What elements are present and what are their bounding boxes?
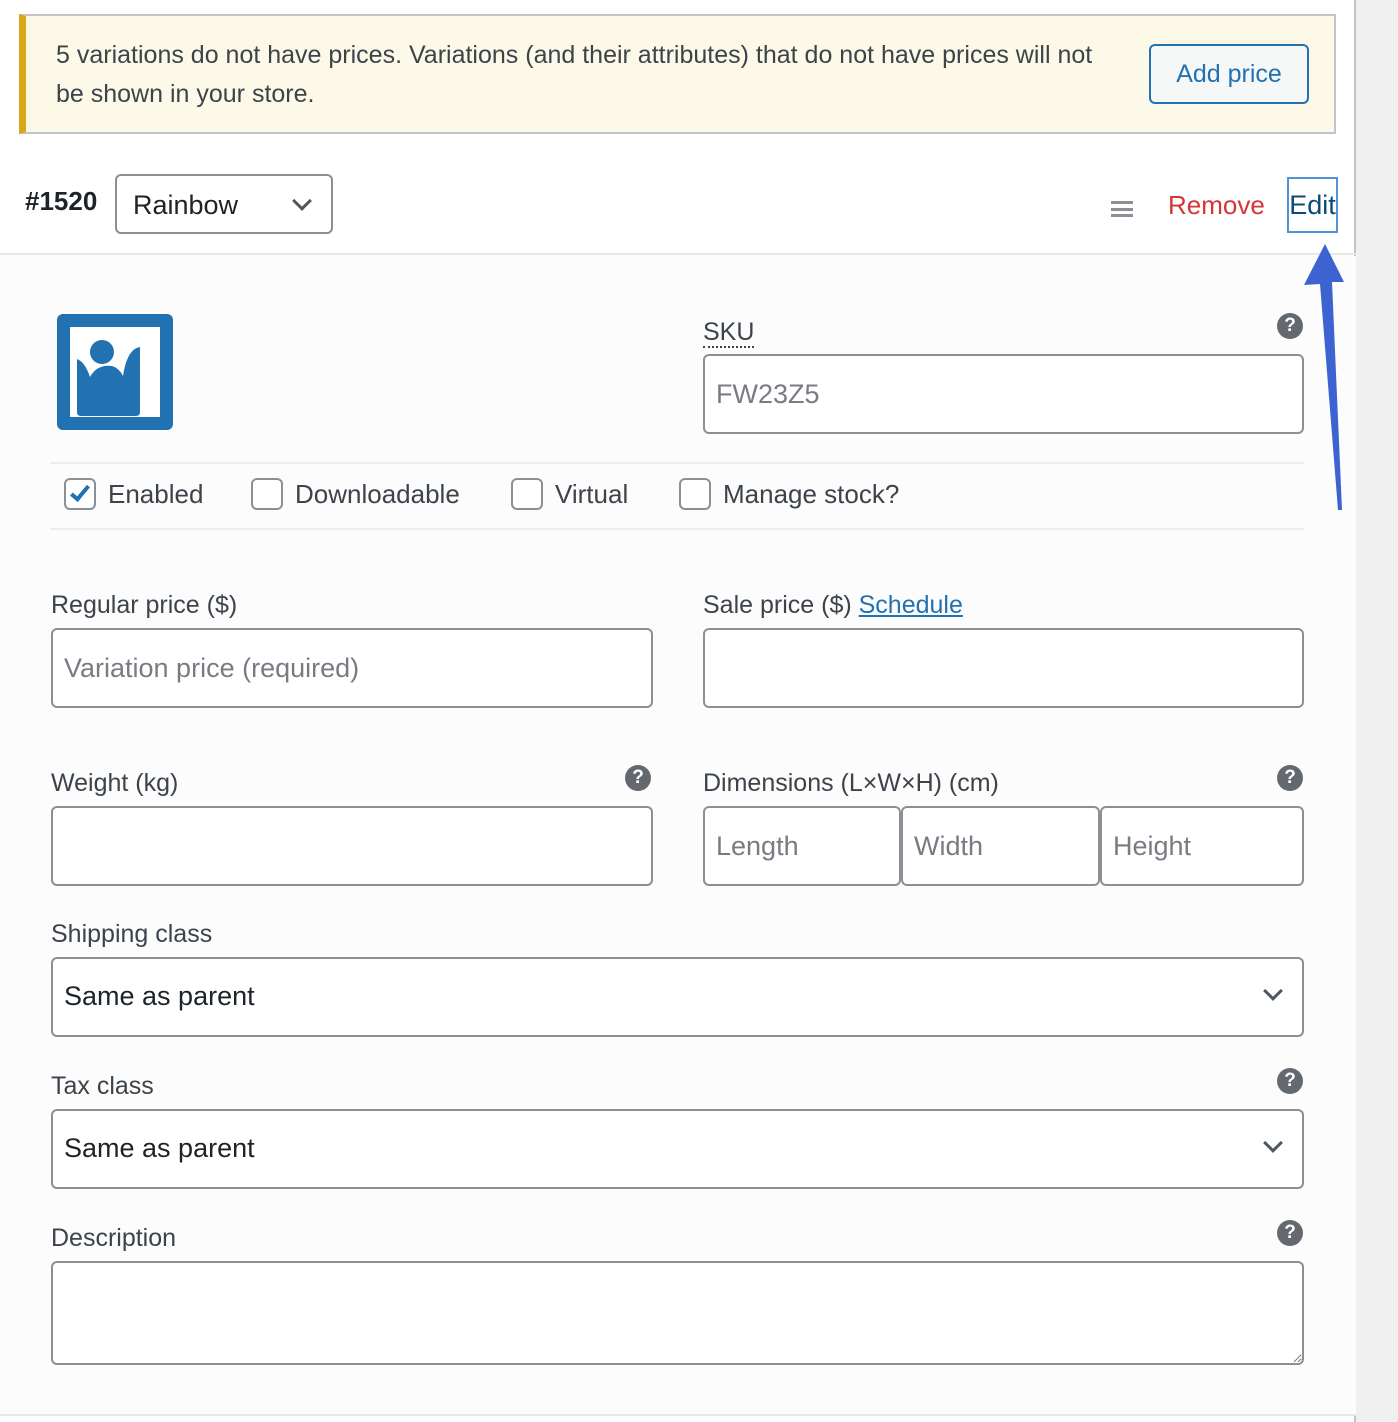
variation-image-upload[interactable]	[57, 314, 173, 430]
downloadable-checkbox[interactable]	[251, 478, 283, 510]
regular-price-label: Regular price ($)	[51, 591, 238, 619]
remove-variation-link[interactable]: Remove	[1168, 190, 1265, 221]
variation-body: SKU ? Enabled Downloadable Virtual Manag…	[0, 256, 1356, 1416]
shipping-class-label: Shipping class	[51, 920, 213, 948]
downloadable-option[interactable]: Downloadable	[251, 478, 460, 510]
tax-class-help-icon[interactable]: ?	[1277, 1068, 1303, 1094]
width-input[interactable]	[901, 806, 1100, 886]
edit-variation-link[interactable]: Edit	[1287, 177, 1338, 233]
tax-class-label: Tax class	[51, 1072, 154, 1100]
options-top-divider	[51, 462, 1304, 464]
chevron-down-icon	[1263, 981, 1283, 1001]
length-input[interactable]	[703, 806, 901, 886]
sale-price-input[interactable]	[703, 628, 1304, 708]
sale-price-label: Sale price ($)	[703, 591, 852, 619]
downloadable-label: Downloadable	[295, 478, 460, 509]
virtual-label: Virtual	[555, 478, 629, 509]
attribute-select[interactable]: Rainbow	[115, 174, 333, 234]
description-textarea[interactable]	[51, 1261, 1304, 1365]
chevron-down-icon	[1263, 1133, 1283, 1153]
dimensions-label: Dimensions (L×W×H) (cm)	[703, 769, 999, 797]
tax-class-select[interactable]: Same as parent	[51, 1109, 1304, 1189]
variation-id: #1520	[25, 186, 98, 216]
manage-stock-checkbox[interactable]	[679, 478, 711, 510]
sku-label: SKU	[703, 318, 755, 348]
description-label: Description	[51, 1224, 177, 1252]
manage-stock-label: Manage stock?	[723, 478, 900, 509]
weight-input[interactable]	[51, 806, 653, 886]
weight-help-icon[interactable]: ?	[625, 765, 651, 791]
options-bottom-divider	[51, 528, 1304, 530]
regular-price-input[interactable]	[51, 628, 653, 708]
drag-handle-icon[interactable]	[1111, 201, 1133, 217]
description-help-icon[interactable]: ?	[1277, 1220, 1303, 1246]
weight-label: Weight (kg)	[51, 769, 179, 797]
sale-price-label-group: Sale price ($) Schedule	[703, 591, 963, 620]
shipping-class-value: Same as parent	[64, 981, 255, 1011]
height-input[interactable]	[1100, 806, 1304, 886]
variation-header[interactable]: #1520 Rainbow Remove Edit	[0, 150, 1356, 255]
virtual-option[interactable]: Virtual	[511, 478, 628, 510]
sku-help-icon[interactable]: ?	[1277, 313, 1303, 339]
image-placeholder-icon	[57, 314, 173, 430]
virtual-checkbox[interactable]	[511, 478, 543, 510]
enabled-checkbox[interactable]	[64, 478, 96, 510]
checkmark-icon	[70, 481, 90, 502]
notice-message: 5 variations do not have prices. Variati…	[56, 41, 1093, 108]
variation-panel: 5 variations do not have prices. Variati…	[0, 0, 1356, 1422]
attribute-select-value: Rainbow	[133, 190, 239, 220]
schedule-link[interactable]: Schedule	[859, 591, 963, 619]
tax-class-value: Same as parent	[64, 1133, 255, 1163]
sku-input[interactable]	[703, 354, 1304, 434]
enabled-option[interactable]: Enabled	[64, 478, 203, 510]
enabled-label: Enabled	[108, 478, 204, 509]
chevron-down-icon	[292, 191, 312, 211]
shipping-class-select[interactable]: Same as parent	[51, 957, 1304, 1037]
missing-prices-notice: 5 variations do not have prices. Variati…	[19, 14, 1336, 134]
add-price-button[interactable]: Add price	[1149, 44, 1309, 104]
dimensions-help-icon[interactable]: ?	[1277, 765, 1303, 791]
manage-stock-option[interactable]: Manage stock?	[679, 478, 899, 510]
